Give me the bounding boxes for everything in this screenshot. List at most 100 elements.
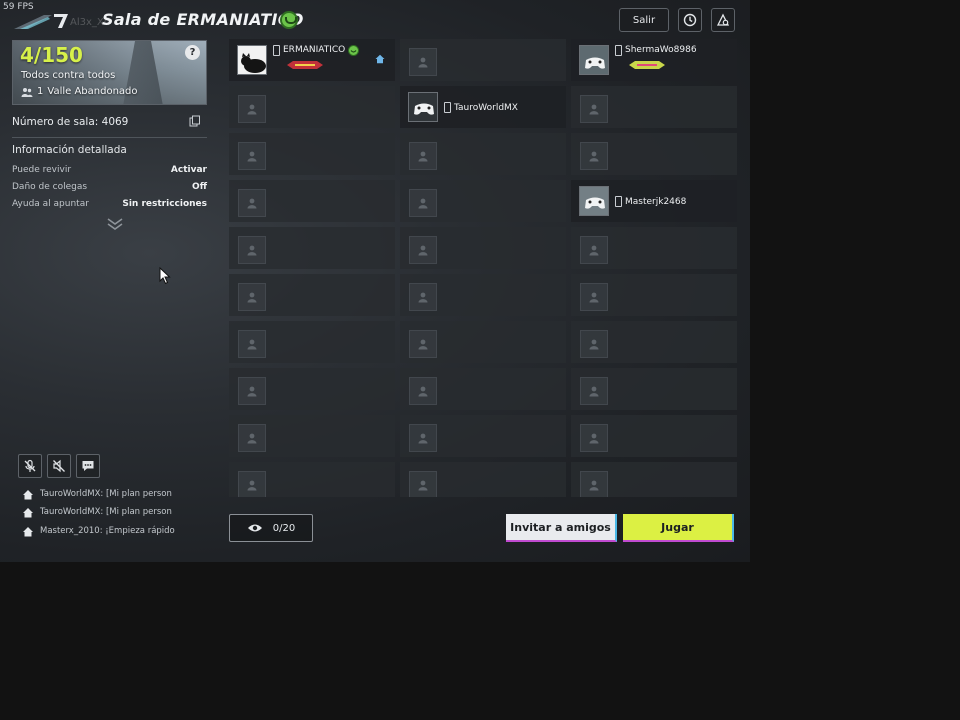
empty-avatar-placeholder [580,471,608,497]
person-icon [418,386,428,397]
mute-speaker-button[interactable] [47,454,71,478]
room-title: Sala de ERMANIATICO [102,10,304,29]
mobile-device-icon [273,45,280,56]
option-row: Puede revivir Activar [12,165,207,179]
empty-avatar-placeholder [409,377,437,405]
invite-friends-button[interactable]: Invitar a amigos [506,514,617,542]
player-banner-icon [287,61,323,69]
player-name: Masterjk2468 [625,197,687,207]
mute-mic-button[interactable] [18,454,42,478]
map-name: Valle Abandonado [47,86,138,97]
empty-avatar-placeholder [238,330,266,358]
mobile-device-icon [615,196,622,207]
person-icon [589,386,599,397]
avatar [237,45,267,75]
history-button[interactable] [678,8,702,32]
empty-player-slot[interactable] [571,368,737,410]
empty-player-slot[interactable] [571,133,737,175]
person-icon [418,433,428,444]
empty-player-slot[interactable] [229,415,395,457]
empty-avatar-placeholder [580,424,608,452]
empty-player-slot[interactable] [400,39,566,81]
empty-player-slot[interactable] [229,368,395,410]
avatar [408,92,438,122]
map-info: 1 Valle Abandonado [21,86,138,97]
expand-chevron-icon[interactable] [106,217,124,231]
person-icon [418,151,428,162]
home-icon [23,507,33,517]
player-slot-grid: ERMANIATICO ShermaWo8986 TauroWorldMX Ma… [229,39,738,497]
chat-button[interactable] [76,454,100,478]
empty-player-slot[interactable] [400,368,566,410]
chat-message: TauroWorldMX: [Mi plan person [22,505,182,519]
empty-player-slot[interactable] [571,227,737,269]
empty-player-slot[interactable] [229,180,395,222]
empty-avatar-placeholder [409,236,437,264]
empty-avatar-placeholder [580,142,608,170]
player-count: 4/150 [20,43,83,67]
details-title: Información detallada [12,144,127,156]
clock-icon [683,13,697,27]
exit-button[interactable]: Salir [619,8,669,32]
empty-player-slot[interactable] [571,462,737,497]
empty-player-slot[interactable] [400,180,566,222]
empty-avatar-placeholder [409,189,437,217]
mobile-device-icon [615,45,622,56]
empty-player-slot[interactable] [571,274,737,316]
person-icon [247,104,257,115]
avatar [579,45,609,75]
person-icon [418,292,428,303]
option-key: Ayuda al apuntar [12,199,89,209]
player-slot-2[interactable]: ShermaWo8986 [571,39,737,81]
rank-logo-icon [14,14,68,29]
person-icon [589,433,599,444]
speaker-off-icon [53,459,65,473]
copy-icon[interactable] [189,115,201,127]
chat-text: TauroWorldMX: [Mi plan person [40,507,172,517]
empty-player-slot[interactable] [229,462,395,497]
empty-player-slot[interactable] [400,274,566,316]
empty-player-slot[interactable] [229,86,395,128]
mic-off-icon [24,459,36,472]
empty-player-slot[interactable] [400,133,566,175]
player-name: ShermaWo8986 [625,45,697,55]
mobile-device-icon [444,102,451,113]
empty-avatar-placeholder [238,142,266,170]
host-badge-icon [348,45,359,56]
chat-message: TauroWorldMX: [Mi plan person [22,487,182,501]
empty-avatar-placeholder [409,424,437,452]
home-icon [23,526,33,536]
person-icon [418,339,428,350]
person-icon [589,480,599,491]
help-icon[interactable]: ? [185,45,200,60]
empty-player-slot[interactable] [229,274,395,316]
player-name: TauroWorldMX [454,103,518,113]
person-icon [247,339,257,350]
player-slot-host[interactable]: ERMANIATICO [229,39,395,81]
settings-button[interactable] [711,8,735,32]
empty-player-slot[interactable] [571,321,737,363]
player-slot-4[interactable]: Masterjk2468 [571,180,737,222]
empty-avatar-placeholder [238,471,266,497]
option-value: Off [192,182,207,192]
map-card: 4/150 Todos contra todos 1 Valle Abandon… [12,40,207,105]
game-mode: Todos contra todos [21,70,116,81]
empty-player-slot[interactable] [229,227,395,269]
empty-player-slot[interactable] [229,321,395,363]
play-button[interactable]: Jugar [623,514,734,542]
empty-player-slot[interactable] [400,227,566,269]
empty-avatar-placeholder [409,471,437,497]
player-name: ERMANIATICO [283,45,346,55]
empty-player-slot[interactable] [400,321,566,363]
spectators-button[interactable]: 0/20 [229,514,313,542]
eye-icon [247,524,262,532]
empty-player-slot[interactable] [400,415,566,457]
empty-player-slot[interactable] [400,462,566,497]
empty-player-slot[interactable] [229,133,395,175]
player-slot-3[interactable]: TauroWorldMX [400,86,566,128]
empty-player-slot[interactable] [571,86,737,128]
empty-player-slot[interactable] [571,415,737,457]
option-value: Sin restricciones [122,199,207,209]
person-icon [589,292,599,303]
person-icon [247,292,257,303]
